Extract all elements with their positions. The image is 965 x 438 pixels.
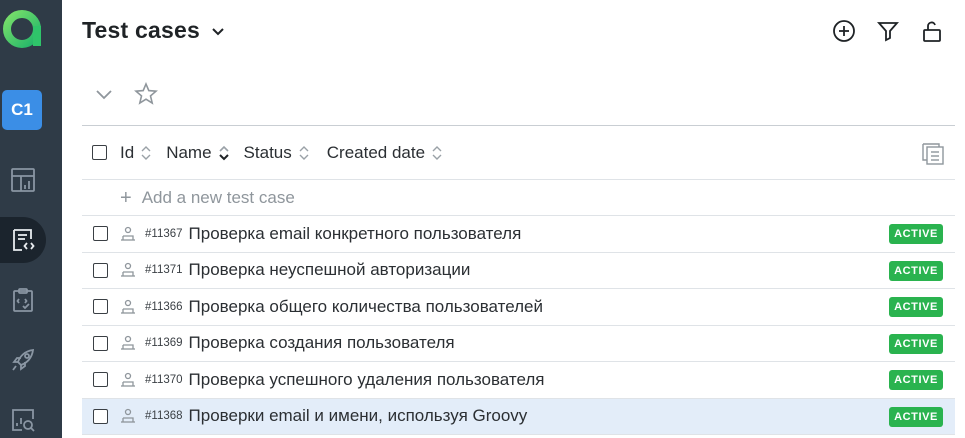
page-title: Test cases <box>82 17 200 43</box>
case-id: #11367 <box>145 227 183 240</box>
status-badge: ACTIVE <box>889 260 943 281</box>
sidebar-item-launches[interactable] <box>0 337 46 383</box>
case-name[interactable]: Проверка неуспешной авторизации <box>189 260 471 280</box>
column-id[interactable]: Id <box>120 143 152 163</box>
table-row[interactable]: #11366 Проверка общего количества пользов… <box>82 289 955 326</box>
table-row[interactable]: #11369 Проверка создания пользователя ACTI… <box>82 326 955 362</box>
add-test-case-button[interactable] <box>831 18 857 44</box>
case-name[interactable]: Проверки email и имени, используя Groovy <box>189 406 528 426</box>
clipboard-icon <box>13 288 33 312</box>
sidebar-item-test-plans[interactable] <box>0 277 46 323</box>
case-name[interactable]: Проверка email конкретного пользователя <box>189 224 522 244</box>
add-test-case-placeholder: Add a new test case <box>141 187 295 207</box>
test-cases-table: Id Name Status Created date + Add a new … <box>82 125 955 435</box>
column-created-date[interactable]: Created date <box>327 143 443 163</box>
row-checkbox[interactable] <box>93 335 108 351</box>
chevron-down-icon <box>96 90 112 100</box>
favorites-button[interactable] <box>134 82 158 106</box>
expand-filters-button[interactable] <box>92 82 116 106</box>
case-id: #11370 <box>145 373 183 386</box>
add-test-case-row[interactable]: + Add a new test case <box>82 180 955 216</box>
manual-test-icon <box>121 263 135 277</box>
manual-test-icon <box>121 336 135 350</box>
manual-test-icon <box>121 372 135 387</box>
sort-icon <box>299 145 309 160</box>
status-badge: ACTIVE <box>889 406 943 427</box>
select-all-checkbox[interactable] <box>92 145 107 160</box>
table-row[interactable]: #11368 Проверки email и имени, используя … <box>82 398 955 435</box>
case-name[interactable]: Проверка создания пользователя <box>189 333 455 353</box>
column-settings-icon[interactable] <box>921 142 945 166</box>
manual-test-icon <box>121 409 135 423</box>
table-header: Id Name Status Created date <box>82 125 955 180</box>
case-name[interactable]: Проверка общего количества пользователей <box>189 297 543 317</box>
row-checkbox[interactable] <box>93 299 108 315</box>
status-badge: ACTIVE <box>889 224 943 244</box>
filter-row <box>92 82 158 106</box>
sidebar-item-dashboards[interactable] <box>0 157 46 203</box>
column-status[interactable]: Status <box>244 143 310 163</box>
row-checkbox[interactable] <box>93 408 108 424</box>
column-id-label: Id <box>120 142 135 162</box>
case-id: #11371 <box>145 264 183 277</box>
sidebar-item-analytics[interactable] <box>0 397 46 438</box>
row-checkbox[interactable] <box>93 262 108 278</box>
star-icon <box>134 82 158 105</box>
plus-icon: + <box>120 186 132 209</box>
lock-icon <box>923 21 941 42</box>
lock-button[interactable] <box>919 18 945 44</box>
case-id: #11369 <box>145 337 183 350</box>
app-logo[interactable] <box>2 8 44 50</box>
sidebar: C1 <box>0 0 62 438</box>
sort-icon <box>141 145 151 160</box>
table-row[interactable]: #11367 Проверка email конкретного пользов… <box>82 216 955 253</box>
sidebar-item-test-cases[interactable] <box>0 217 46 263</box>
sort-desc-icon <box>218 145 229 160</box>
page-title-dropdown[interactable]: Test cases <box>82 17 226 44</box>
filter-icon <box>877 22 899 42</box>
column-name[interactable]: Name <box>166 143 229 163</box>
test-cases-icon <box>13 229 35 251</box>
row-checkbox[interactable] <box>93 372 108 388</box>
analytics-icon <box>12 409 35 432</box>
case-id: #11366 <box>145 300 183 313</box>
column-created-date-label: Created date <box>326 142 426 162</box>
manual-test-icon <box>121 226 135 241</box>
dashboard-icon <box>11 168 35 192</box>
table-row[interactable]: #11371 Проверка неуспешной авторизации ACT… <box>82 253 955 289</box>
status-badge: ACTIVE <box>889 370 943 390</box>
case-id: #11368 <box>145 410 183 423</box>
status-badge: ACTIVE <box>889 297 943 317</box>
add-icon <box>833 20 855 42</box>
column-name-label: Name <box>166 142 212 162</box>
case-name[interactable]: Проверка успешного удаления пользователя <box>189 370 545 390</box>
status-badge: ACTIVE <box>889 333 943 354</box>
sort-icon <box>432 145 442 160</box>
header-actions <box>831 18 945 44</box>
table-row[interactable]: #11370 Проверка успешного удаления пользо… <box>82 362 955 399</box>
rocket-icon <box>12 348 35 371</box>
row-checkbox[interactable] <box>93 226 108 242</box>
chevron-down-icon <box>212 27 224 35</box>
project-badge[interactable]: C1 <box>2 90 42 130</box>
filter-button[interactable] <box>875 18 901 44</box>
column-status-label: Status <box>243 142 292 162</box>
manual-test-icon <box>121 299 135 314</box>
